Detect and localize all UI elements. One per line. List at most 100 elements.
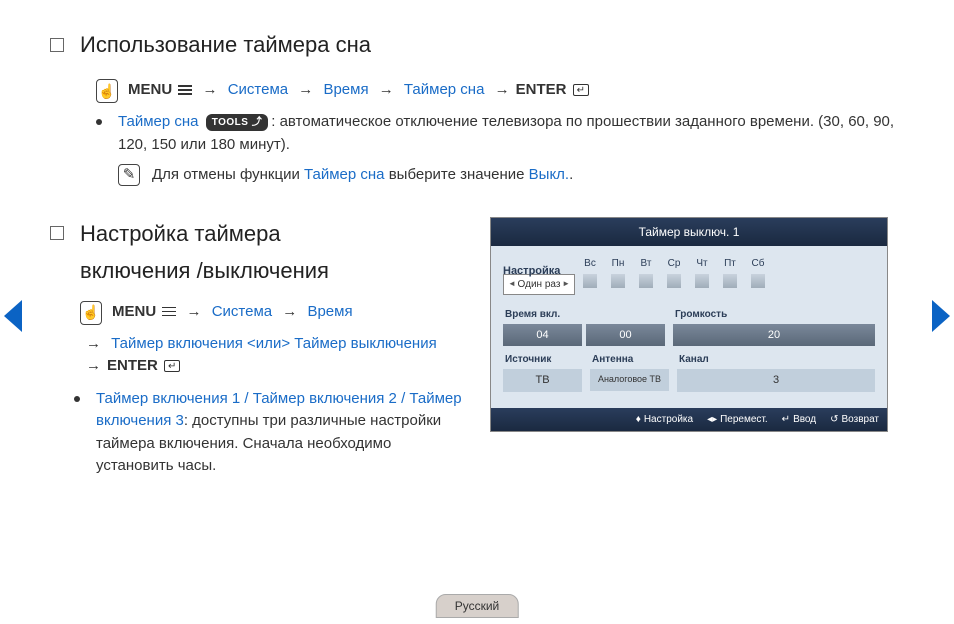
crumb-system: Система: [228, 81, 288, 98]
tv-source-row: Источник ТВ Антенна Аналоговое ТВ Канал …: [503, 352, 875, 392]
tv-source-field[interactable]: ТВ: [503, 369, 582, 392]
tv-antenna-label: Антенна: [590, 352, 669, 367]
tv-footer-return: ↺ Возврат: [830, 412, 879, 427]
day-box[interactable]: [723, 274, 737, 288]
day-label: Пн: [612, 256, 625, 271]
remote-hand-icon: ☝: [80, 301, 102, 325]
day-label: Сб: [752, 256, 765, 271]
tv-footer: ♦Настройка ◂▸Перемест. ↵Ввод ↺ Возврат: [491, 408, 887, 431]
crumb-enter: ENTER: [516, 81, 567, 98]
tv-days: Вс Пн Вт Ср Чт Пт Сб: [583, 256, 765, 288]
sleep-timer-link: Таймер сна: [118, 113, 199, 130]
section1-breadcrumb: ☝ MENU → Система → Время → Таймер сна →E…: [96, 79, 904, 103]
breadcrumb-text: MENU → Система → Время → Таймер сна →ENT…: [128, 79, 589, 102]
tv-channel-field[interactable]: 3: [677, 369, 875, 392]
crumb-on-timer: Таймер включения: [111, 335, 243, 352]
day-col: Вс: [583, 256, 597, 288]
section1-desc: Таймер сна TOOLS ⤴: автоматическое отклю…: [118, 111, 904, 156]
note-icon: ✎: [118, 164, 140, 186]
tv-time-volume-row: Время вкл. 04 00 Громкость 20: [503, 307, 875, 347]
tv-volume-label: Громкость: [673, 307, 875, 322]
bullet-icon: [74, 396, 80, 402]
tv-footer-enter: ↵Ввод: [782, 412, 816, 427]
section2-title-2: включения /выключения: [80, 254, 470, 287]
nav-next-icon[interactable]: [932, 300, 950, 332]
tv-footer-label: Перемест.: [720, 412, 768, 427]
chevron-left-icon: ◄: [508, 278, 516, 290]
section2-header: Настройка таймера: [50, 217, 470, 250]
page-content: Использование таймера сна ☝ MENU → Систе…: [0, 0, 954, 496]
menu-icon: [178, 85, 192, 95]
day-col: Пт: [723, 256, 737, 288]
section-bullet-icon: [50, 226, 64, 240]
day-label: Ср: [668, 256, 681, 271]
day-col: Сб: [751, 256, 765, 288]
leftright-icon: ◂▸: [707, 412, 717, 427]
section1-title: Использование таймера сна: [80, 28, 371, 61]
tv-min-field[interactable]: 00: [586, 324, 665, 347]
day-label: Пт: [724, 256, 736, 271]
section2-title-1: Настройка таймера: [80, 217, 281, 250]
day-box[interactable]: [667, 274, 681, 288]
note-mid: выберите значение: [385, 166, 529, 183]
day-label: Вс: [584, 256, 596, 271]
day-box[interactable]: [583, 274, 597, 288]
chevron-right-icon: ►: [562, 278, 570, 290]
tv-volume-field[interactable]: 20: [673, 324, 875, 347]
language-tab[interactable]: Русский: [436, 594, 519, 618]
day-col: Пн: [611, 256, 625, 288]
tools-badge: TOOLS ⤴: [206, 114, 269, 131]
enter-icon: [573, 84, 589, 96]
section2-breadcrumb-line2: → Таймер включения <или> Таймер выключен…: [80, 333, 470, 378]
section1-note-row: ✎ Для отмены функции Таймер сна выберите…: [118, 164, 904, 187]
crumb-enter: ENTER: [107, 357, 158, 374]
section1-note: Для отмены функции Таймер сна выберите з…: [152, 164, 573, 187]
tv-footer-move: ◂▸Перемест.: [707, 412, 768, 427]
tv-source-label: Источник: [503, 352, 582, 367]
day-col: Вт: [639, 256, 653, 288]
nav-prev-icon[interactable]: [4, 300, 22, 332]
section2-desc-row: Таймер включения 1 / Таймер включения 2 …: [74, 388, 470, 478]
section2-desc: Таймер включения 1 / Таймер включения 2 …: [96, 388, 470, 478]
day-box[interactable]: [639, 274, 653, 288]
updown-icon: ♦: [636, 412, 641, 427]
note-pre: Для отмены функции: [152, 166, 304, 183]
tv-footer-label: Ввод: [793, 412, 816, 427]
note-end: .: [569, 166, 573, 183]
tv-title: Таймер выключ. 1: [491, 218, 887, 246]
day-col: Ср: [667, 256, 681, 288]
tv-hour-field[interactable]: 04: [503, 324, 582, 347]
crumb-off-timer: Таймер выключения: [294, 335, 436, 352]
menu-icon: [162, 307, 176, 317]
day-box[interactable]: [611, 274, 625, 288]
return-icon: ↺: [830, 412, 838, 427]
tools-label: TOOLS: [212, 117, 249, 128]
crumb-system: Система: [212, 303, 272, 320]
crumb-time: Время: [323, 81, 368, 98]
day-box[interactable]: [695, 274, 709, 288]
tv-antenna-field[interactable]: Аналоговое ТВ: [590, 369, 669, 391]
tv-channel-label: Канал: [677, 352, 875, 367]
tv-preview-panel: Таймер выключ. 1 Настройка Вс Пн Вт Ср Ч…: [490, 217, 888, 432]
crumb-or: <или>: [247, 335, 290, 352]
tv-footer-label: Настройка: [644, 412, 693, 427]
day-box[interactable]: [751, 274, 765, 288]
note-link: Таймер сна: [304, 166, 385, 183]
section1-desc-row: Таймер сна TOOLS ⤴: автоматическое отклю…: [96, 111, 904, 156]
note-off: Выкл.: [529, 166, 569, 183]
day-label: Вт: [641, 256, 652, 271]
crumb-time: Время: [307, 303, 352, 320]
tv-footer-label: Возврат: [842, 412, 880, 427]
crumb-menu: MENU: [112, 303, 156, 320]
tv-footer-setup: ♦Настройка: [636, 412, 693, 427]
section-bullet-icon: [50, 38, 64, 52]
day-label: Чт: [696, 256, 707, 271]
crumb-menu: MENU: [128, 81, 172, 98]
section1-header: Использование таймера сна: [50, 28, 904, 61]
enter-icon: [164, 360, 180, 372]
tv-on-time-label: Время вкл.: [503, 307, 665, 322]
day-col: Чт: [695, 256, 709, 288]
section2-breadcrumb: ☝ MENU → Система → Время: [80, 301, 470, 325]
enter-key-icon: ↵: [782, 412, 790, 427]
remote-hand-icon: ☝: [96, 79, 118, 103]
